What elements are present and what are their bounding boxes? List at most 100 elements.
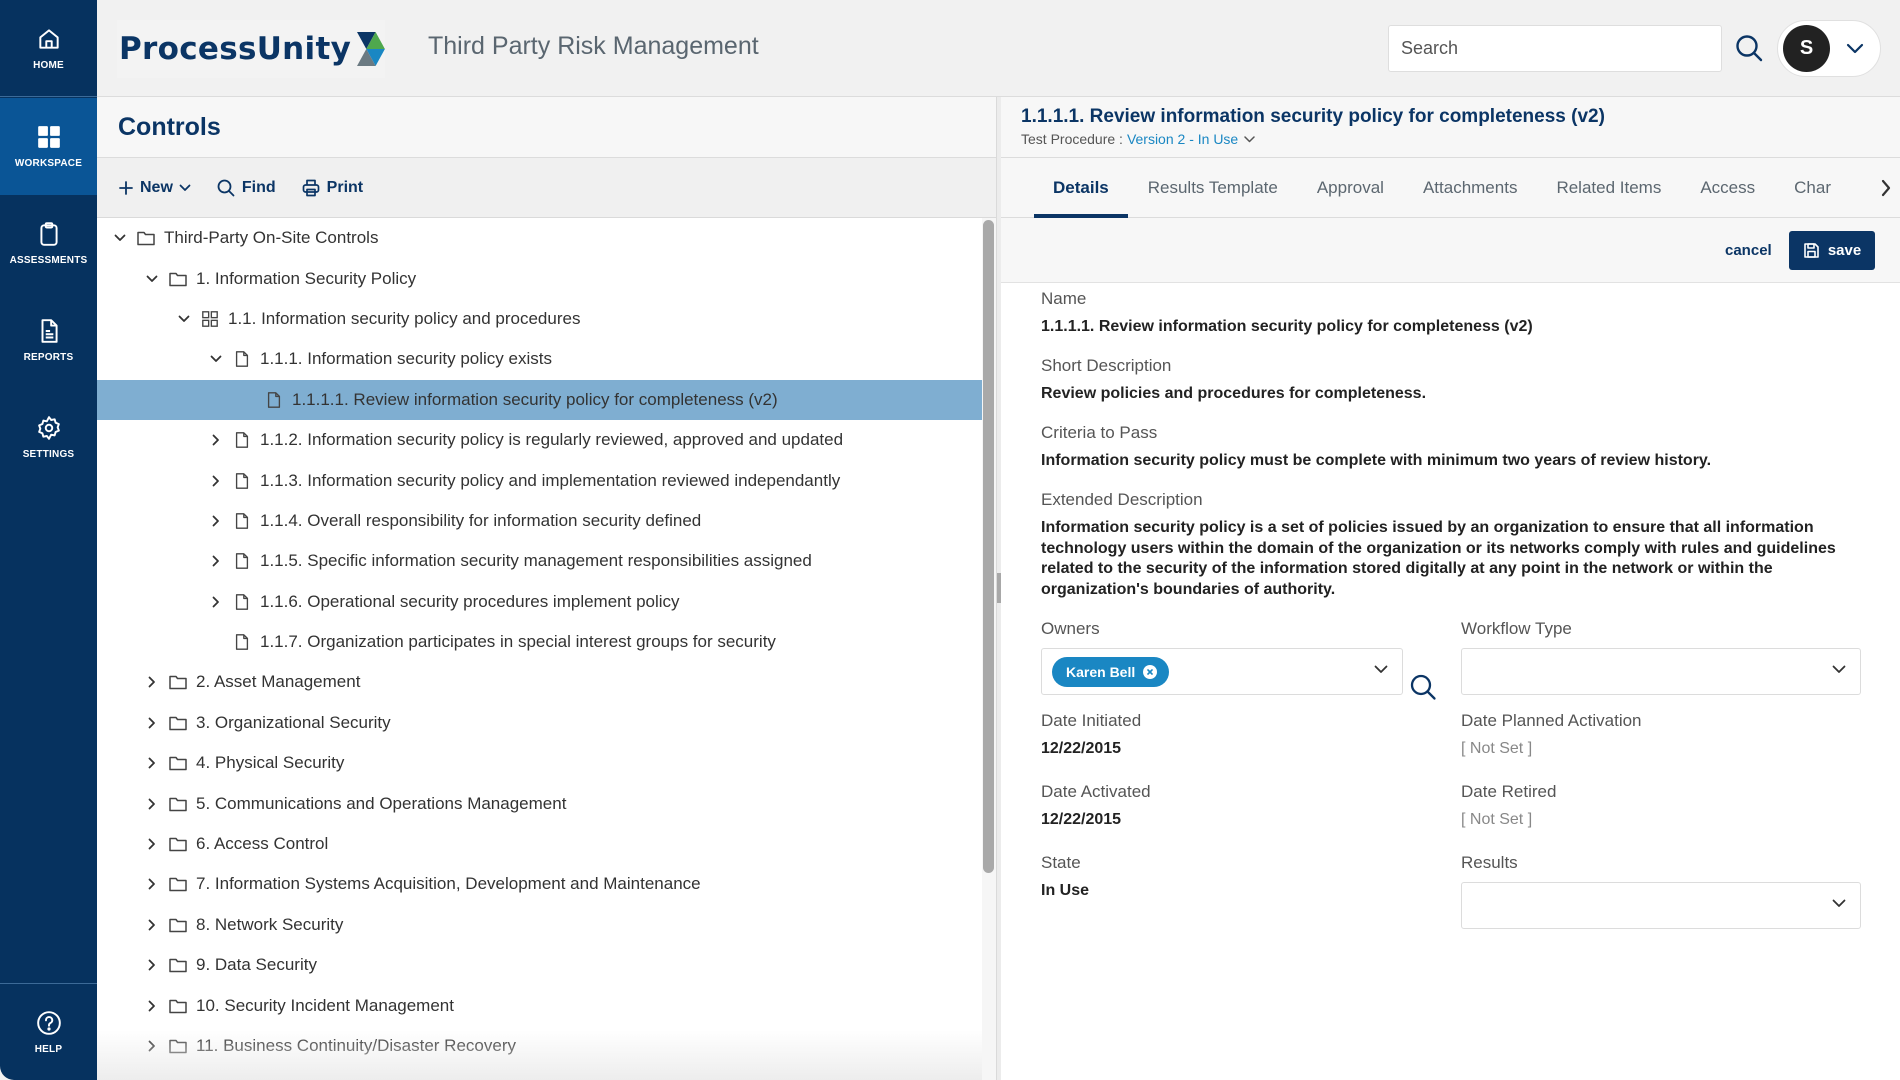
tree-row[interactable]: 7. Information Systems Acquisition, Deve… [97,864,982,904]
sidebar-label-home: HOME [33,59,64,71]
sidebar-item-home[interactable]: HOME [0,0,97,97]
tree-row-label: 1. Information Security Policy [196,268,417,288]
tree-row[interactable]: 1. Information Security Policy [97,258,982,298]
action-bar: cancel save [1001,218,1900,283]
controls-pane: Controls New Find Print Third-Party On-S… [97,97,997,1080]
search-icon[interactable] [1734,33,1764,63]
home-icon [38,28,59,49]
tree-row-label: 1.1.6. Operational security procedures i… [260,591,680,611]
tab-approval[interactable]: Approval [1317,158,1384,218]
processunity-logo[interactable]: ProcessUnity [117,20,385,78]
chevron-right-icon[interactable] [144,755,160,771]
new-button[interactable]: New [119,179,191,197]
field-workflow-type: Workflow Type [1461,619,1861,695]
chevron-right-icon[interactable] [144,917,160,933]
tree-row[interactable]: 1.1.2. Information security policy is re… [97,420,982,460]
chevron-down-icon[interactable] [144,271,160,287]
tree-row-label: 1.1. Information security policy and pro… [228,308,581,328]
chevron-right-icon[interactable] [208,513,224,529]
tree-row[interactable]: 1.1.3. Information security policy and i… [97,460,982,500]
chevron-right-icon[interactable] [144,876,160,892]
tab-char[interactable]: Char [1794,158,1831,218]
sidebar-item-assessments[interactable]: ASSESSMENTS [0,195,97,292]
chevron-right-icon[interactable] [144,998,160,1014]
date-activated-label: Date Activated [1041,782,1151,801]
tree-row[interactable]: 6. Access Control [97,824,982,864]
tree-row[interactable]: 5. Communications and Operations Managem… [97,783,982,823]
date-retired-value[interactable]: [ Not Set ] [1461,810,1861,831]
results-select[interactable] [1461,882,1861,929]
chevron-right-icon[interactable] [144,1038,160,1054]
chevron-right-icon[interactable] [144,836,160,852]
chevron-right-icon[interactable] [1880,178,1892,198]
tab-attachments[interactable]: Attachments [1423,158,1518,218]
tree-row[interactable]: 8. Network Security [97,905,982,945]
field-criteria: Criteria to Pass Information security po… [1041,423,1861,472]
chevron-down-icon [1846,43,1864,53]
cancel-button[interactable]: cancel [1725,242,1772,259]
sidebar-item-help[interactable]: HELP [0,983,97,1080]
tree-row[interactable]: 1.1.1.1. Review information security pol… [97,379,982,420]
find-button-label: Find [241,178,276,196]
remove-owner-button[interactable] [1143,665,1158,679]
tab-details[interactable]: Details [1034,158,1128,218]
chevron-right-icon[interactable] [208,473,224,489]
tab-related-items[interactable]: Related Items [1556,158,1661,218]
tree-row[interactable]: 9. Data Security [97,945,982,985]
tree-row[interactable]: 4. Physical Security [97,743,982,783]
sidebar-item-settings[interactable]: SETTINGS [0,389,97,486]
date-planned-activation-value[interactable]: [ Not Set ] [1461,739,1861,760]
tree-scrollbar-thumb[interactable] [983,220,994,873]
version-selector[interactable]: Version 2 - In Use [1127,131,1255,147]
tab-access[interactable]: Access [1700,158,1755,218]
folder-icon [168,794,188,814]
chevron-right-icon[interactable] [144,796,160,812]
tree-row[interactable]: 1.1.6. Operational security procedures i… [97,582,982,622]
detail-subtitle: Test Procedure : Version 2 - In Use [1021,131,1900,147]
chevron-down-icon[interactable] [176,311,192,327]
sidebar-item-workspace[interactable]: WORKSPACE [0,98,97,195]
grid-icon [200,309,220,329]
tree-row[interactable]: 1.1. Information security policy and pro… [97,299,982,339]
tree-row[interactable]: 1.1.5. Specific information security man… [97,541,982,581]
tree-row[interactable]: 3. Organizational Security [97,703,982,743]
chevron-down-icon[interactable] [208,351,224,367]
file-icon [232,349,252,369]
owners-select[interactable]: Karen Bell [1041,648,1403,695]
field-state: State In Use [1041,853,1403,902]
chevron-right-icon[interactable] [208,594,224,610]
folder-icon [168,269,188,289]
global-search-input[interactable] [1388,25,1722,72]
tree-row[interactable]: 1.1.7. Organization participates in spec… [97,622,982,662]
tab-results-template[interactable]: Results Template [1148,158,1278,218]
print-button-label: Print [326,178,364,196]
sidebar-item-reports[interactable]: REPORTS [0,292,97,389]
folder-icon [168,955,188,975]
top-header: ProcessUnity Third Party Risk Management… [97,0,1900,97]
tree-row[interactable]: 1.1.4. Overall responsibility for inform… [97,501,982,541]
chevron-right-icon[interactable] [144,674,160,690]
tree-row[interactable]: 10. Security Incident Management [97,985,982,1025]
controls-tree: Third-Party On-Site Controls 1. Informati… [97,218,982,1080]
workflow-type-select[interactable] [1461,648,1861,695]
save-icon [1804,243,1819,258]
tree-row[interactable]: 11. Business Continuity/Disaster Recover… [97,1026,982,1066]
file-icon [264,390,284,410]
user-menu[interactable]: S [1777,20,1881,77]
tree-row[interactable]: Third-Party On-Site Controls [97,218,982,258]
chevron-right-icon[interactable] [144,957,160,973]
find-button[interactable]: Find [217,179,276,197]
chevron-right-icon[interactable] [144,715,160,731]
chevron-down-icon [179,184,191,191]
owner-search-icon[interactable] [1409,673,1437,701]
criteria-value: Information security policy must be comp… [1041,452,1712,469]
save-button[interactable]: save [1789,231,1875,270]
chevron-down-icon[interactable] [112,230,128,246]
tree-row[interactable]: 2. Asset Management [97,662,982,702]
tree-row[interactable]: 1.1.1. Information security policy exist… [97,339,982,379]
sidebar-label-reports: REPORTS [23,352,74,363]
chevron-right-icon[interactable] [208,553,224,569]
chevron-right-icon[interactable] [208,432,224,448]
print-button[interactable]: Print [302,179,363,197]
